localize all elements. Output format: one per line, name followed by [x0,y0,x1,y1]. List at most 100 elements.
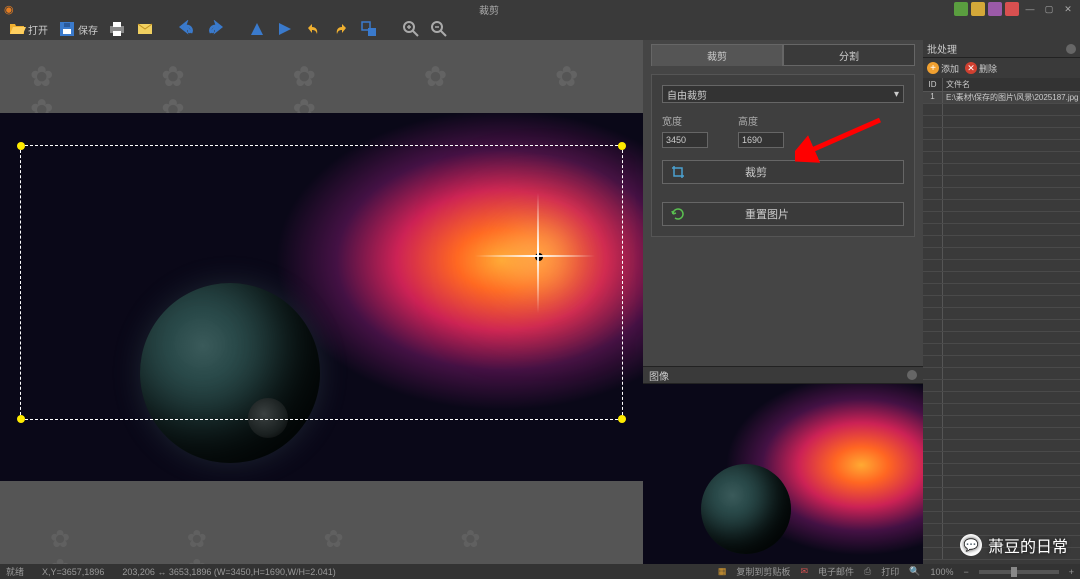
table-row[interactable] [923,512,1080,524]
table-row[interactable] [923,284,1080,296]
main-toolbar: 打开 保存 [0,18,1080,40]
table-row[interactable] [923,128,1080,140]
table-row[interactable] [923,212,1080,224]
maximize-button[interactable]: ▢ [1041,2,1057,16]
reset-button[interactable]: 重置图片 [662,202,904,226]
close-button[interactable]: ✕ [1060,2,1076,16]
titlebar: ◉ 裁剪 — ▢ ✕ [0,0,1080,18]
rotate-right-button[interactable] [330,19,352,39]
table-row[interactable] [923,296,1080,308]
crop-button-label: 裁剪 [745,164,767,180]
rotate-left-button[interactable] [302,19,324,39]
col-id[interactable]: ID [923,78,943,91]
redo-button[interactable] [204,19,226,39]
crop-controls: 自由裁剪 ▾ 宽度 高度 裁剪 重置图片 [651,74,915,237]
refresh-icon [671,207,685,221]
palette-green[interactable] [954,2,968,16]
collapse-icon[interactable] [1066,44,1076,54]
table-row[interactable] [923,404,1080,416]
table-row[interactable] [923,356,1080,368]
preview-image [643,384,923,564]
crop-icon [671,165,685,179]
file-panel: 批处理 + 添加 ✕ 删除 ID 文件名 1 E:\素材\保存的图片\风景\20… [923,40,1080,564]
flip-v-button[interactable] [274,19,296,39]
table-row[interactable] [923,188,1080,200]
delete-file-button[interactable]: ✕ 删除 [965,62,997,75]
table-row[interactable] [923,176,1080,188]
table-row[interactable] [923,440,1080,452]
app-icon: ◉ [4,3,14,16]
table-row[interactable] [923,272,1080,284]
table-row[interactable] [923,464,1080,476]
height-label: 高度 [738,113,784,128]
zoom-plus[interactable]: + [1069,567,1074,577]
table-row[interactable] [923,344,1080,356]
table-row[interactable] [923,452,1080,464]
table-row[interactable] [923,164,1080,176]
zoom-slider[interactable] [979,570,1059,574]
zoom-in-icon [402,20,420,38]
table-row[interactable] [923,152,1080,164]
table-row[interactable] [923,392,1080,404]
table-row[interactable] [923,428,1080,440]
canvas-background-top [0,40,643,113]
crop-handle-tr[interactable] [618,142,626,150]
table-row[interactable] [923,416,1080,428]
status-email[interactable]: 电子邮件 [818,565,854,578]
palette-purple[interactable] [988,2,1002,16]
status-print[interactable]: 打印 [881,565,899,578]
crop-handle-bl[interactable] [17,415,25,423]
table-row[interactable] [923,308,1080,320]
floppy-icon [58,20,76,38]
print-button[interactable] [106,19,128,39]
zoom-out-button[interactable] [428,19,450,39]
clipboard-icon: ▦ [718,566,727,577]
table-row[interactable] [923,104,1080,116]
flip-h-button[interactable] [246,19,268,39]
open-button[interactable]: 打开 [6,19,50,39]
crop-selection[interactable] [20,145,623,420]
zoom-in-button[interactable] [400,19,422,39]
tab-crop[interactable]: 裁剪 [651,44,783,66]
table-row[interactable] [923,248,1080,260]
width-input[interactable] [662,132,708,148]
table-row[interactable] [923,116,1080,128]
height-input[interactable] [738,132,784,148]
save-button[interactable]: 保存 [56,19,100,39]
file-panel-header: 批处理 [923,40,1080,58]
status-ready: 就绪 [6,565,24,578]
zoom-minus[interactable]: − [963,567,968,577]
table-row[interactable] [923,236,1080,248]
tab-split[interactable]: 分割 [783,44,915,66]
palette-red[interactable] [1005,2,1019,16]
rotate-ccw-icon [304,20,322,38]
status-clipboard[interactable]: 复制到剪贴板 [736,565,790,578]
email-button[interactable] [134,19,156,39]
undo-button[interactable] [176,19,198,39]
crop-handle-br[interactable] [618,415,626,423]
minimize-button[interactable]: — [1022,2,1038,16]
table-row[interactable] [923,500,1080,512]
palette-yellow[interactable] [971,2,985,16]
table-row[interactable] [923,332,1080,344]
collapse-icon[interactable] [907,370,917,380]
col-filename[interactable]: 文件名 [943,78,1080,91]
table-row[interactable] [923,140,1080,152]
canvas-area[interactable] [0,40,643,564]
table-row[interactable] [923,260,1080,272]
table-row[interactable] [923,200,1080,212]
table-row[interactable] [923,368,1080,380]
crop-button[interactable]: 裁剪 [662,160,904,184]
table-row[interactable] [923,476,1080,488]
crop-mode-dropdown[interactable]: 自由裁剪 ▾ [662,85,904,103]
crop-handle-tl[interactable] [17,142,25,150]
table-row[interactable] [923,320,1080,332]
image-viewport[interactable] [0,113,643,481]
table-row[interactable] [923,488,1080,500]
ratio-button[interactable] [358,19,380,39]
add-file-button[interactable]: + 添加 [927,62,959,75]
table-row[interactable]: 1 E:\素材\保存的图片\风景\2025187.jpg [923,92,1080,104]
table-row[interactable] [923,380,1080,392]
table-row[interactable] [923,224,1080,236]
statusbar: 就绪 X,Y=3657,1896 203,206 ↔ 3653,1896 (W=… [0,564,1080,579]
